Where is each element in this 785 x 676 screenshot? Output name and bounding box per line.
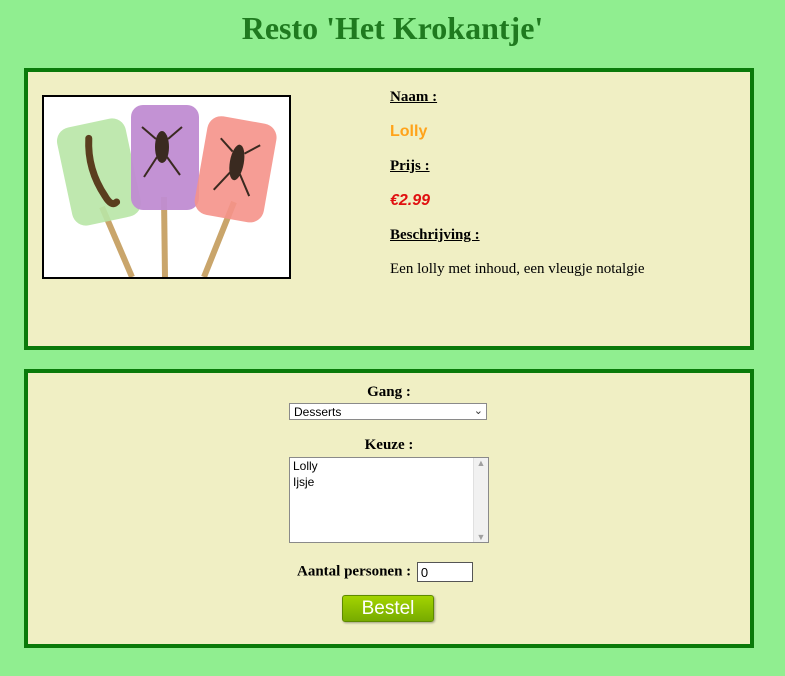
order-form: Gang : Desserts ⌄ Keuze : Lolly Ijsje ▲ … (24, 369, 754, 648)
page-title: Resto 'Het Krokantje' (241, 10, 544, 46)
chevron-down-icon: ⌄ (473, 405, 483, 417)
choice-option[interactable]: Lolly (290, 458, 488, 474)
course-label: Gang : (367, 384, 411, 400)
product-image (42, 95, 291, 279)
product-price: €2.99 (390, 192, 431, 209)
choice-listbox[interactable]: Lolly Ijsje ▲ ▼ (289, 457, 489, 543)
description-label: Beschrijving : (390, 227, 480, 243)
course-select[interactable]: Desserts ⌄ (289, 403, 487, 420)
scroll-up-icon[interactable]: ▲ (474, 458, 488, 468)
product-description: Een lolly met inhoud, een vleugje notalg… (390, 261, 645, 277)
course-select-value: Desserts (294, 405, 342, 419)
persons-label: Aantal personen : (297, 563, 412, 580)
product-panel: Naam : Lolly Prijs : €2.99 Beschrijving … (24, 68, 754, 350)
choice-option[interactable]: Ijsje (290, 474, 488, 490)
price-label: Prijs : (390, 158, 430, 174)
listbox-scrollbar[interactable]: ▲ ▼ (473, 458, 488, 542)
name-label: Naam : (390, 89, 438, 105)
persons-row: Aantal personen : 0 (297, 562, 473, 582)
scroll-down-icon[interactable]: ▼ (474, 532, 488, 542)
product-name: Lolly (390, 123, 428, 140)
persons-input[interactable]: 0 (416, 562, 473, 582)
choice-label: Keuze : (364, 437, 414, 453)
order-button[interactable]: Bestel (342, 595, 434, 622)
product-info: Naam : Lolly Prijs : €2.99 Beschrijving … (390, 89, 645, 278)
